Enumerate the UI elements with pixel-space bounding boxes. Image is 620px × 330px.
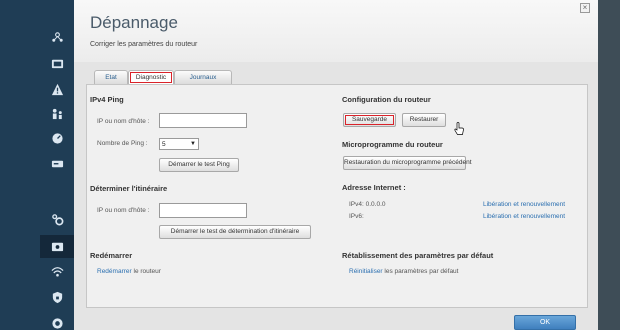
factory-reset-heading: Rétablissement des paramètres par défaut [342,251,494,260]
restore-button[interactable]: Restaurer [402,113,446,127]
diagnostic-panel: IPv4 Ping IP ou nom d'hôte : Nombre de P… [86,84,588,308]
ipv4-release-renew-link[interactable]: Libération et renouvellement [483,201,565,208]
traceroute-host-label: IP ou nom d'hôte : [97,207,150,214]
tab-highlight [130,72,172,83]
security-icon[interactable] [50,290,64,304]
traceroute-heading: Déterminer l'itinéraire [90,184,168,193]
devices-icon[interactable] [50,56,64,70]
reboot-row: Redémarrer le routeur [97,268,161,275]
restore-firmware-button[interactable]: Restauration du microprogramme précédent [343,156,472,170]
background-strip [598,0,620,330]
close-icon[interactable]: × [580,3,590,13]
factory-reset-row: Réinitialiser les paramètres par défaut [349,268,458,275]
tab-diagnostic[interactable]: Diagnostic [128,70,174,84]
troubleshooting-icon[interactable] [50,239,64,253]
firmware-heading: Microprogramme du routeur [342,140,443,149]
storage-icon[interactable] [50,156,64,170]
wifi-icon[interactable] [50,264,64,278]
start-ping-button[interactable]: Démarrer le test Ping [159,158,239,172]
page-subtitle: Corriger les paramètres du routeur [90,41,198,48]
factory-reset-text: les paramètres par défaut [382,268,459,275]
backup-button[interactable]: Sauvegarde [343,113,396,127]
tab-journaux[interactable]: Journaux [174,70,232,84]
hand-cursor-icon [454,122,464,135]
dialog-header: Dépannage Corriger les paramètres du rou… [74,0,598,62]
config-heading: Configuration du routeur [342,95,431,104]
connectivity-icon[interactable] [50,316,64,330]
ipv6-release-renew-link[interactable]: Libération et renouvellement [483,213,565,220]
start-traceroute-button[interactable]: Démarrer le test de détermination d'itin… [159,225,311,239]
ping-host-label: IP ou nom d'hôte : [97,118,150,125]
ping-count-value: 5 [162,141,166,148]
sidebar [0,0,74,330]
ping-heading: IPv4 Ping [90,95,124,104]
chevron-down-icon: ▼ [190,141,196,147]
parental-icon[interactable] [50,106,64,120]
speed-icon[interactable] [50,131,64,145]
network-map-icon[interactable] [50,30,64,44]
ping-count-label: Nombre de Ping : [97,140,148,147]
ping-host-input[interactable] [159,113,247,128]
troubleshooting-dialog: Dépannage Corriger les paramètres du rou… [74,0,598,330]
ipv6-address: IPv6: [349,213,364,220]
traceroute-host-input[interactable] [159,203,247,218]
reboot-text: le routeur [131,268,161,275]
ipv4-address: IPv4: 0.0.0.0 [349,201,386,208]
page-title: Dépannage [90,13,178,32]
reboot-link[interactable]: Redémarrer [97,268,132,275]
tab-etat[interactable]: Etat [94,70,128,84]
alert-icon[interactable] [50,82,64,96]
sidebar-active-arrow [68,242,73,252]
internet-heading: Adresse Internet : [342,183,406,192]
ok-button[interactable]: OK [514,315,576,330]
factory-reset-link[interactable]: Réinitialiser [349,268,383,275]
reboot-heading: Redémarrer [90,251,133,260]
ping-count-select[interactable]: 5 ▼ [159,138,199,150]
settings-icon[interactable] [50,212,64,226]
